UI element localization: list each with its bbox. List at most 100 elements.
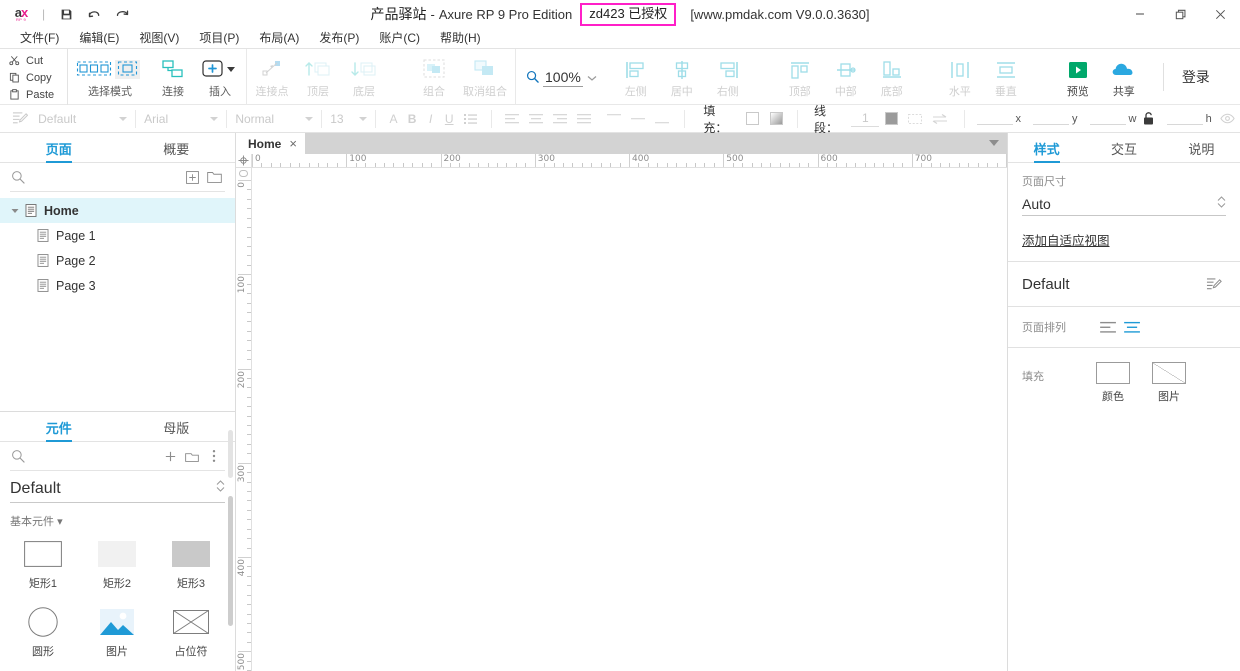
page-size-stepper-icon[interactable] bbox=[1217, 195, 1226, 212]
w-input[interactable] bbox=[1089, 112, 1126, 125]
copy-button[interactable]: Copy bbox=[8, 70, 67, 86]
font-family-select[interactable]: Arial bbox=[138, 106, 224, 132]
menu-publish[interactable]: 发布(P) bbox=[309, 28, 369, 48]
bold-button[interactable]: B bbox=[403, 112, 422, 126]
tree-item-page-2[interactable]: Page 2 bbox=[0, 248, 235, 273]
align-page-left-button[interactable] bbox=[1096, 317, 1120, 337]
group-collapse-icon[interactable]: ▾ bbox=[57, 516, 63, 528]
underline-button[interactable]: U bbox=[440, 112, 459, 126]
widgets-scrollbar-top[interactable] bbox=[228, 430, 233, 478]
redo-icon[interactable] bbox=[109, 3, 135, 25]
undo-icon[interactable] bbox=[81, 3, 107, 25]
y-input[interactable] bbox=[1033, 112, 1069, 125]
save-icon[interactable] bbox=[53, 3, 79, 25]
fill-color-button[interactable]: 颜色 bbox=[1096, 362, 1130, 404]
vertical-ruler[interactable]: 0 100 200 300 400 500 bbox=[236, 168, 252, 671]
insert-button[interactable]: 插入 bbox=[196, 53, 244, 103]
text-align-center-button[interactable] bbox=[524, 106, 548, 132]
menu-account[interactable]: 账户(C) bbox=[369, 28, 430, 48]
valign-middle-button[interactable] bbox=[626, 106, 650, 132]
add-page-icon[interactable] bbox=[181, 167, 203, 187]
fill-image-button[interactable]: 图片 bbox=[1152, 362, 1186, 404]
close-icon[interactable]: × bbox=[289, 136, 297, 151]
tab-pages[interactable]: 页面 bbox=[0, 133, 118, 163]
fill-gradient-swatch[interactable] bbox=[765, 106, 789, 132]
widget-image[interactable]: 图片 bbox=[80, 603, 154, 671]
bullet-list-button[interactable] bbox=[459, 106, 483, 132]
line-width-input[interactable]: 1 bbox=[851, 111, 880, 127]
menu-project[interactable]: 项目(P) bbox=[189, 28, 249, 48]
text-align-right-button[interactable] bbox=[548, 106, 572, 132]
widget-circle[interactable]: 圆形 bbox=[6, 603, 80, 671]
x-input[interactable] bbox=[976, 112, 1013, 125]
x-field[interactable]: x bbox=[976, 112, 1021, 125]
select-mode-button[interactable]: 选择模式 bbox=[70, 53, 150, 103]
library-more-icon[interactable] bbox=[203, 446, 225, 466]
expand-arrow-icon[interactable] bbox=[8, 207, 22, 215]
paste-button[interactable]: Paste bbox=[8, 87, 67, 103]
canvas-tab-home[interactable]: Home × bbox=[236, 133, 305, 154]
edit-style-icon[interactable] bbox=[1202, 274, 1226, 294]
tree-item-page-3[interactable]: Page 3 bbox=[0, 273, 235, 298]
artboard[interactable] bbox=[252, 168, 1007, 671]
widgets-scrollbar-thumb[interactable] bbox=[228, 496, 233, 626]
widget-rectangle1[interactable]: 矩形1 bbox=[6, 535, 80, 603]
align-right-button[interactable]: 右侧 bbox=[705, 53, 751, 103]
visibility-eye-icon[interactable] bbox=[1216, 106, 1240, 132]
share-button[interactable]: 共享 bbox=[1101, 53, 1147, 103]
add-folder-icon[interactable] bbox=[203, 167, 225, 187]
tab-style[interactable]: 样式 bbox=[1008, 133, 1085, 163]
align-page-center-button[interactable] bbox=[1120, 317, 1144, 337]
bring-front-button[interactable]: 顶层 bbox=[295, 53, 341, 103]
tree-item-page-1[interactable]: Page 1 bbox=[0, 223, 235, 248]
h-field[interactable]: h bbox=[1166, 112, 1212, 125]
zoom-group[interactable]: 100% bbox=[516, 49, 611, 106]
align-bottom-button[interactable]: 底部 bbox=[869, 53, 915, 103]
w-field[interactable]: w bbox=[1089, 112, 1136, 125]
menu-view[interactable]: 视图(V) bbox=[129, 28, 189, 48]
tab-widgets[interactable]: 元件 bbox=[0, 412, 118, 442]
valign-top-button[interactable] bbox=[602, 106, 626, 132]
menu-layout[interactable]: 布局(A) bbox=[249, 28, 309, 48]
widget-placeholder[interactable]: 占位符 bbox=[154, 603, 228, 671]
preview-button[interactable]: 预览 bbox=[1055, 53, 1101, 103]
menu-file[interactable]: 文件(F) bbox=[10, 28, 69, 48]
library-stepper-icon[interactable] bbox=[216, 479, 225, 498]
add-adaptive-view-link[interactable]: 添加自适应视图 bbox=[1022, 230, 1110, 249]
italic-button[interactable]: I bbox=[421, 112, 440, 126]
line-style-button[interactable] bbox=[903, 106, 927, 132]
close-icon[interactable] bbox=[1200, 0, 1240, 28]
connect-point-button[interactable]: 连接点 bbox=[249, 53, 295, 103]
menu-help[interactable]: 帮助(H) bbox=[430, 28, 491, 48]
line-arrow-button[interactable] bbox=[927, 106, 951, 132]
style-editor-icon[interactable] bbox=[8, 106, 32, 132]
font-weight-select[interactable]: Normal bbox=[229, 106, 319, 132]
menu-edit[interactable]: 编辑(E) bbox=[69, 28, 129, 48]
cut-button[interactable]: Cut bbox=[8, 53, 67, 69]
tab-overflow-chevron-icon[interactable] bbox=[989, 140, 999, 146]
search-icon[interactable] bbox=[10, 448, 26, 464]
zoom-value[interactable]: 100% bbox=[543, 69, 583, 87]
widget-rectangle3[interactable]: 矩形3 bbox=[154, 535, 228, 603]
tab-interactions[interactable]: 交互 bbox=[1085, 133, 1162, 163]
h-input[interactable] bbox=[1166, 112, 1203, 125]
widget-rectangle2[interactable]: 矩形2 bbox=[80, 535, 154, 603]
tree-item-home[interactable]: Home bbox=[0, 198, 235, 223]
search-icon[interactable] bbox=[10, 169, 26, 185]
group-button[interactable]: 组合 bbox=[411, 53, 457, 103]
ungroup-button[interactable]: 取消组合 bbox=[457, 53, 513, 103]
library-copy-icon[interactable] bbox=[181, 446, 203, 466]
line-color-swatch[interactable] bbox=[879, 106, 903, 132]
send-back-button[interactable]: 底层 bbox=[341, 53, 387, 103]
distribute-horizontal-button[interactable]: 水平 bbox=[937, 53, 983, 103]
text-color-button[interactable]: A bbox=[384, 112, 403, 126]
distribute-vertical-button[interactable]: 垂直 bbox=[983, 53, 1029, 103]
add-library-icon[interactable] bbox=[159, 446, 181, 466]
align-middle-button[interactable]: 中部 bbox=[823, 53, 869, 103]
valign-bottom-button[interactable] bbox=[650, 106, 674, 132]
text-align-left-button[interactable] bbox=[500, 106, 524, 132]
vertical-ruler-handle[interactable] bbox=[239, 170, 248, 177]
tab-masters[interactable]: 母版 bbox=[118, 412, 236, 442]
horizontal-ruler[interactable]: 0 100 200 300 400 500 600 700 800 bbox=[252, 154, 1007, 167]
tab-outline[interactable]: 概要 bbox=[118, 133, 236, 163]
